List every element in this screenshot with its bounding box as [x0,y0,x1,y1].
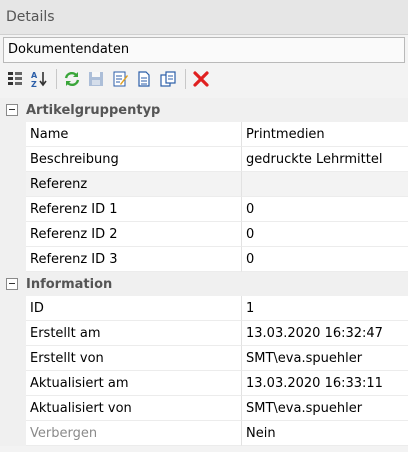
categorized-view-icon[interactable] [4,68,26,90]
panel-title: Details [0,0,408,35]
property-value[interactable]: 1 [242,296,408,321]
property-name: Aktualisiert am [26,371,242,396]
delete-icon[interactable] [190,68,212,90]
property-row[interactable]: ID 1 [0,296,408,321]
category-information[interactable]: Information [0,272,408,296]
save-icon[interactable] [85,68,107,90]
toolbar-separator [56,69,57,89]
property-grid: Artikelgruppentyp Name Printmedien Besch… [0,98,408,446]
property-name: Erstellt am [26,321,242,346]
property-value[interactable]: 0 [242,247,408,272]
svg-text:Z: Z [31,80,37,88]
property-value[interactable]: 0 [242,197,408,222]
property-name: Referenz ID 2 [26,222,242,247]
property-row[interactable]: Referenz [0,172,408,197]
property-value[interactable] [242,172,408,197]
property-name: Referenz ID 3 [26,247,242,272]
property-row[interactable]: Aktualisiert von SMT\eva.spuehler [0,396,408,421]
property-value[interactable]: 13.03.2020 16:32:47 [242,321,408,346]
property-value[interactable]: gedruckte Lehrmittel [242,147,408,172]
collapse-icon[interactable] [6,278,18,290]
property-value[interactable]: SMT\eva.spuehler [242,396,408,421]
document-selector[interactable]: Dokumentendaten [3,37,405,63]
svg-text:A: A [31,71,38,80]
property-value[interactable]: SMT\eva.spuehler [242,346,408,371]
new-document-icon[interactable] [133,68,155,90]
property-value[interactable]: Printmedien [242,122,408,147]
property-row[interactable]: Aktualisiert am 13.03.2020 16:33:11 [0,371,408,396]
copy-icon[interactable] [157,68,179,90]
refresh-icon[interactable] [61,68,83,90]
property-name: Beschreibung [26,147,242,172]
edit-icon[interactable] [109,68,131,90]
property-row[interactable]: Verbergen Nein [0,421,408,446]
property-value[interactable]: Nein [242,421,408,446]
property-name: Aktualisiert von [26,396,242,421]
category-artikelgruppentyp[interactable]: Artikelgruppentyp [0,98,408,122]
property-name: Referenz [26,172,242,197]
category-title: Information [26,276,113,292]
property-name: Erstellt von [26,346,242,371]
property-name: ID [26,296,242,321]
property-row[interactable]: Name Printmedien [0,122,408,147]
property-value[interactable]: 0 [242,222,408,247]
property-row[interactable]: Beschreibung gedruckte Lehrmittel [0,147,408,172]
property-row[interactable]: Erstellt von SMT\eva.spuehler [0,346,408,371]
property-name: Referenz ID 1 [26,197,242,222]
property-name: Name [26,122,242,147]
property-row[interactable]: Referenz ID 2 0 [0,222,408,247]
property-row[interactable]: Erstellt am 13.03.2020 16:32:47 [0,321,408,346]
property-name: Verbergen [26,421,242,446]
property-row[interactable]: Referenz ID 1 0 [0,197,408,222]
category-title: Artikelgruppentyp [26,102,161,118]
property-value[interactable]: 13.03.2020 16:33:11 [242,371,408,396]
alphabetical-sort-icon[interactable]: AZ [28,68,50,90]
collapse-icon[interactable] [6,104,18,116]
toolbar-separator [185,69,186,89]
property-row[interactable]: Referenz ID 3 0 [0,247,408,272]
toolbar: AZ [0,65,408,93]
